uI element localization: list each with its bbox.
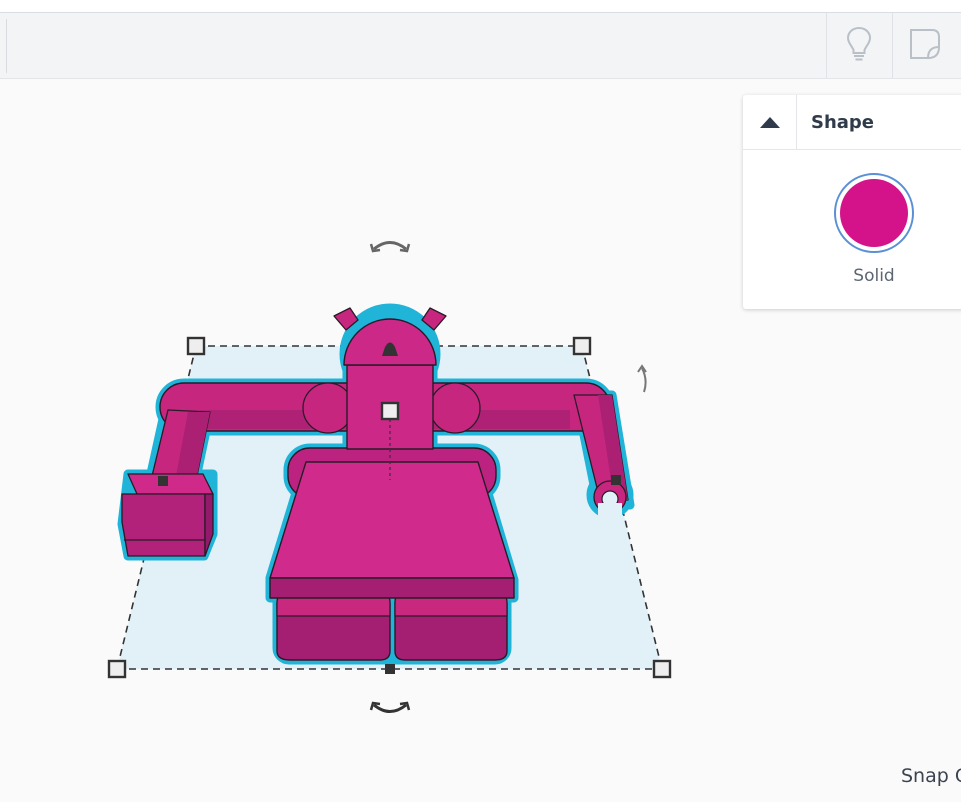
rotate-arrow-back-icon[interactable] (369, 241, 411, 253)
resize-handle-front-left[interactable] (107, 659, 127, 679)
resize-handle-back-right[interactable] (572, 336, 592, 356)
top-bar (0, 0, 961, 13)
hint-button[interactable] (827, 13, 891, 78)
robot-box-front (121, 493, 206, 557)
robot-box-top (127, 473, 214, 495)
toolbar-left-divider (6, 19, 7, 73)
color-swatch-button[interactable] (834, 173, 914, 253)
inspector-title: Shape (811, 111, 875, 133)
resize-handle-back-left[interactable] (186, 336, 206, 356)
robot-torso (269, 461, 515, 579)
resize-handle-top[interactable] (380, 401, 400, 421)
collapse-inspector-button[interactable] (743, 95, 797, 149)
inspector-header: Shape (743, 95, 961, 150)
robot-torso-front (269, 577, 515, 599)
snap-grid-label[interactable]: Snap G (901, 765, 961, 787)
chevron-up-icon (759, 113, 780, 132)
inspector-panel: Shape Solid (743, 95, 961, 309)
robot-shoulder-left (302, 382, 354, 434)
solid-label: Solid (853, 266, 895, 286)
resize-handle-front-right[interactable] (652, 659, 672, 679)
solid-color-swatch (840, 179, 908, 247)
robot-shoulder-right (429, 382, 481, 434)
toolbar (0, 13, 961, 79)
notes-button[interactable] (893, 13, 957, 78)
rotate-arrow-front-icon[interactable] (369, 701, 411, 713)
note-icon (907, 26, 943, 66)
lightbulb-icon (844, 25, 874, 67)
rotate-arrow-side-icon[interactable] (637, 364, 647, 393)
